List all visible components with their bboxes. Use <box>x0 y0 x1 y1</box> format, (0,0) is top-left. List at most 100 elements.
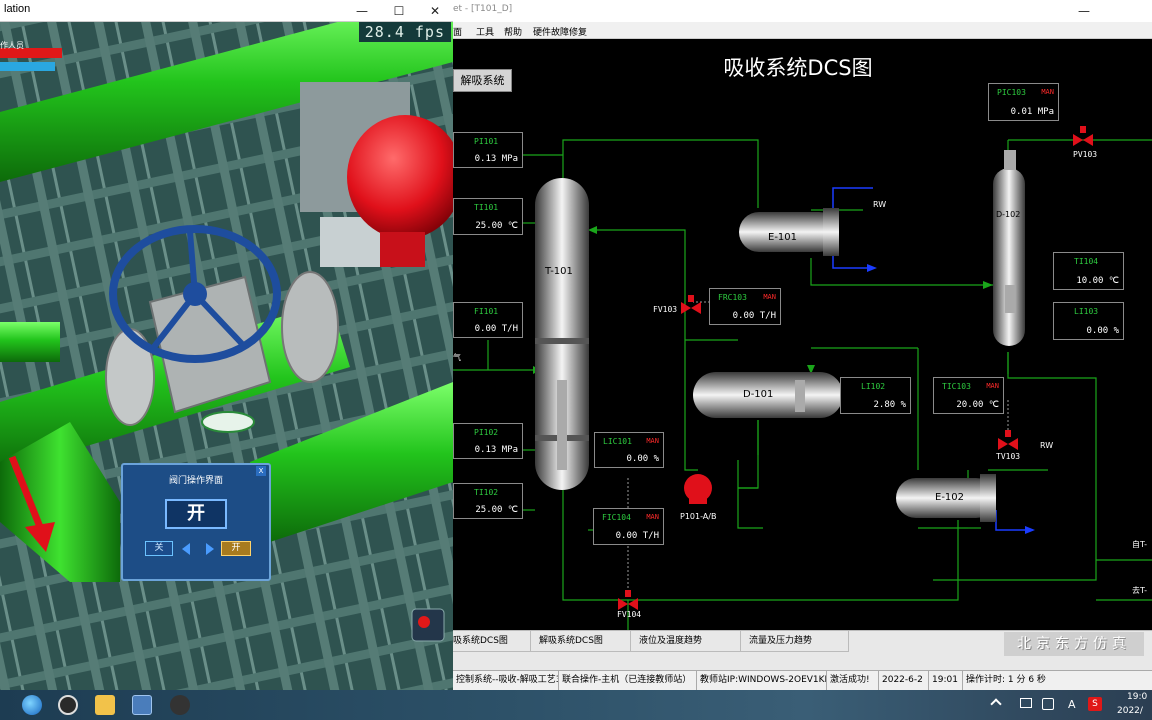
label-from-t: 自T- <box>1132 540 1148 549</box>
flow-arrow-rw-out <box>867 264 877 272</box>
dcs-minimize-button[interactable]: — <box>1067 0 1101 22</box>
menu-hardware-repair[interactable]: 硬件故障修复 <box>533 25 587 38</box>
tag-li102[interactable]: LI102 2.80 % <box>840 377 911 414</box>
process-flow-lines <box>453 100 1152 630</box>
label-to-t: 去T- <box>1132 586 1148 595</box>
volume-icon[interactable] <box>1042 698 1054 710</box>
minimize-button[interactable]: — <box>345 0 379 22</box>
menu-help[interactable]: 帮助 <box>504 25 522 38</box>
3d-scene-viewport[interactable] <box>0 22 453 690</box>
valve-operation-panel: 阀门操作界面 X 开 关 开 <box>121 463 271 581</box>
label-rw-e101: RW <box>873 200 887 209</box>
red-valve-base <box>380 232 425 267</box>
hud-player-label: 作人员 <box>0 41 24 50</box>
label-t101: T-101 <box>545 266 573 277</box>
energy-bar <box>0 62 55 71</box>
pump-p101[interactable] <box>684 474 712 502</box>
status-teacher-ip: 教师站IP:WINDOWS-2OEV1KI <box>697 671 827 690</box>
tag-fic104[interactable]: FIC104 MAN 0.00 T/H <box>593 508 664 545</box>
sim-title-bar: lation — ☐ ✕ <box>0 0 453 22</box>
tab-desorption-dcs[interactable]: 解吸系统DCS图 <box>531 631 631 651</box>
diagram-title: 吸收系统DCS图 <box>723 56 873 80</box>
brand-logo: 北京东方仿真 <box>1004 632 1144 656</box>
network-icon[interactable] <box>1020 698 1032 708</box>
dcs-window-title: et - [T101_D] <box>453 4 513 14</box>
valve-state-display: 开 <box>165 499 227 529</box>
ime-indicator[interactable]: S <box>1088 697 1102 711</box>
label-rw-tv103: RW <box>1040 441 1054 450</box>
status-time: 19:01 <box>929 671 963 690</box>
label-d102: D-102 <box>996 210 1021 219</box>
label-pv103: PV103 <box>1073 150 1098 159</box>
arrow-right-icon[interactable] <box>206 543 214 555</box>
label-fv104: FV104 <box>617 610 642 619</box>
status-connection: 联合操作-主机（已连接教师站） <box>559 671 697 690</box>
tag-pi102[interactable]: PI102 0.13 MPa <box>453 423 523 459</box>
arrow-left-icon[interactable] <box>182 543 190 555</box>
tag-fi101[interactable]: FI101 0.00 T/H <box>453 302 523 338</box>
simulation-window: lation — ☐ ✕ 28.4 fps 作人员 阀门操作界面 X 开 关 开 <box>0 0 453 690</box>
valve-open-button[interactable]: 开 <box>221 541 251 556</box>
input-language-indicator[interactable]: A <box>1068 698 1076 711</box>
dcs-menu-bar: 面 工具 帮助 硬件故障修复 <box>453 22 1152 39</box>
label-pump: P101-A/B <box>680 512 717 521</box>
close-button[interactable]: ✕ <box>418 0 452 22</box>
label-d101: D-101 <box>743 389 774 400</box>
tag-ti102[interactable]: TI102 25.00 ℃ <box>453 483 523 519</box>
status-timer: 操作计时: 1 分 6 秒 <box>966 675 1046 685</box>
label-e101: E-101 <box>768 232 798 243</box>
obs-icon[interactable] <box>58 695 78 715</box>
dcs-title-bar: et - [T101_D] — <box>453 0 1152 22</box>
sim-window-title: lation <box>4 3 31 15</box>
tab-absorption-dcs[interactable]: 吸系统DCS图 <box>453 631 531 651</box>
tab-row-blank <box>453 651 849 671</box>
pipe-flange-right <box>281 271 339 383</box>
dcs-bottom-tabs: 吸系统DCS图 解吸系统DCS图 液位及温度趋势 流量及压力趋势 北京东方仿真 <box>453 630 1152 670</box>
tab-level-temp-trend[interactable]: 液位及温度趋势 <box>631 631 741 651</box>
dcs-status-bar: 控制系统--吸收-解吸工艺3D 联合操作-主机（已连接教师站） 教师站IP:WI… <box>453 670 1152 690</box>
control-valve-fv103[interactable] <box>681 295 701 314</box>
valve-close-button[interactable]: 关 <box>145 541 173 556</box>
clock-time[interactable]: 19:0 <box>1127 692 1147 702</box>
tag-lic101[interactable]: LIC101 MAN 0.00 % <box>594 432 664 468</box>
menu-view[interactable]: 面 <box>453 25 462 38</box>
tag-frc103[interactable]: FRC103 MAN 0.00 T/H <box>709 288 781 325</box>
dcs-process-diagram: 吸收系统DCS图 解吸系统 T-101 E-101 D-101 D-102 E-… <box>453 40 1152 630</box>
panel-close-icon[interactable]: X <box>256 466 266 476</box>
tool-record-icon <box>418 616 430 628</box>
tag-ti104[interactable]: TI104 10.00 ℃ <box>1053 252 1124 290</box>
control-valve-pv103[interactable] <box>1073 126 1093 146</box>
flow-arrow-reflux <box>588 226 597 234</box>
status-date: 2022-6-2 <box>879 671 929 690</box>
vessel-d102[interactable] <box>993 168 1025 346</box>
valve-panel-title: 阀门操作界面 <box>168 476 223 486</box>
label-tv103: TV103 <box>996 452 1021 461</box>
dcs-window: et - [T101_D] — 面 工具 帮助 硬件故障修复 吸收系统DCS图 … <box>453 0 1152 690</box>
clock-date[interactable]: 2022/ <box>1117 706 1143 716</box>
maximize-button[interactable]: ☐ <box>382 0 416 22</box>
desorption-system-button[interactable]: 解吸系统 <box>453 69 512 92</box>
tag-ti101[interactable]: TI101 25.00 ℃ <box>453 198 523 235</box>
tag-pi101[interactable]: PI101 0.13 MPa <box>453 132 523 168</box>
tag-li103[interactable]: LI103 0.00 % <box>1053 302 1124 340</box>
fps-counter: 28.4 fps <box>358 22 451 42</box>
label-gas-feed: 气 <box>453 353 461 362</box>
dcs-app-icon[interactable] <box>132 695 152 715</box>
control-valve-tv103[interactable] <box>998 430 1018 450</box>
valve-indicator-disc[interactable] <box>201 411 255 433</box>
sim-app-icon[interactable] <box>170 695 190 715</box>
menu-tools[interactable]: 工具 <box>476 25 494 38</box>
label-fv103: FV103 <box>653 305 678 314</box>
status-system: 控制系统--吸收-解吸工艺3D <box>453 671 559 690</box>
green-pipe-left-stub[interactable] <box>0 322 60 362</box>
flow-arrow-e102-out <box>1025 526 1035 534</box>
file-explorer-icon[interactable] <box>95 695 115 715</box>
edge-browser-icon[interactable] <box>22 695 42 715</box>
tag-pic103[interactable]: PIC103 MAN 0.01 MPa <box>988 83 1059 121</box>
system-tray: A S 19:0 2022/ <box>990 690 1152 720</box>
label-e102: E-102 <box>935 492 965 503</box>
tray-expand-icon[interactable] <box>990 698 1002 710</box>
tag-tic103[interactable]: TIC103 MAN 20.00 ℃ <box>933 377 1004 414</box>
tab-flow-pressure-trend[interactable]: 流量及压力趋势 <box>741 631 849 651</box>
status-activation: 激活成功! <box>827 671 879 690</box>
